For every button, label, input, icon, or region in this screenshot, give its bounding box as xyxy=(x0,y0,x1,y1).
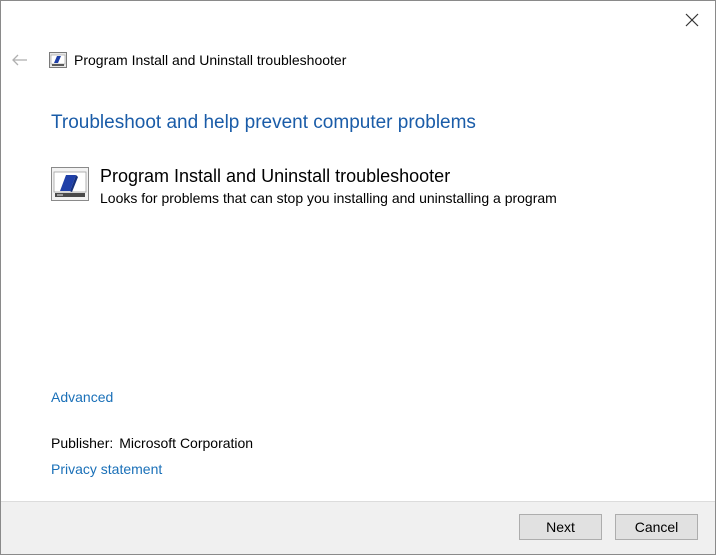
next-button[interactable]: Next xyxy=(519,514,602,540)
close-icon xyxy=(685,13,699,27)
item-title: Program Install and Uninstall troublesho… xyxy=(100,166,451,186)
publisher-value: Microsoft Corporation xyxy=(119,435,254,451)
cancel-button[interactable]: Cancel xyxy=(615,514,698,540)
window-title: Program Install and Uninstall troublesho… xyxy=(74,52,347,68)
footer-bar: Next Cancel xyxy=(1,501,715,554)
item-description: Looks for problems that can stop you ins… xyxy=(100,190,557,206)
close-button[interactable] xyxy=(669,1,715,39)
publisher-info: Publisher: Microsoft Corporation xyxy=(51,435,253,451)
privacy-statement-link[interactable]: Privacy statement xyxy=(51,461,162,477)
page-heading: Troubleshoot and help prevent computer p… xyxy=(51,112,476,133)
advanced-link[interactable]: Advanced xyxy=(51,389,113,405)
troubleshooter-icon xyxy=(49,52,67,68)
title-bar: Program Install and Uninstall troublesho… xyxy=(1,45,661,75)
troubleshooter-window: Program Install and Uninstall troublesho… xyxy=(0,0,716,555)
program-installer-icon xyxy=(51,167,89,201)
back-arrow-icon xyxy=(12,54,27,66)
publisher-label: Publisher: xyxy=(51,435,114,451)
back-button[interactable] xyxy=(1,46,39,74)
troubleshooter-item[interactable]: Program Install and Uninstall troublesho… xyxy=(51,164,557,208)
